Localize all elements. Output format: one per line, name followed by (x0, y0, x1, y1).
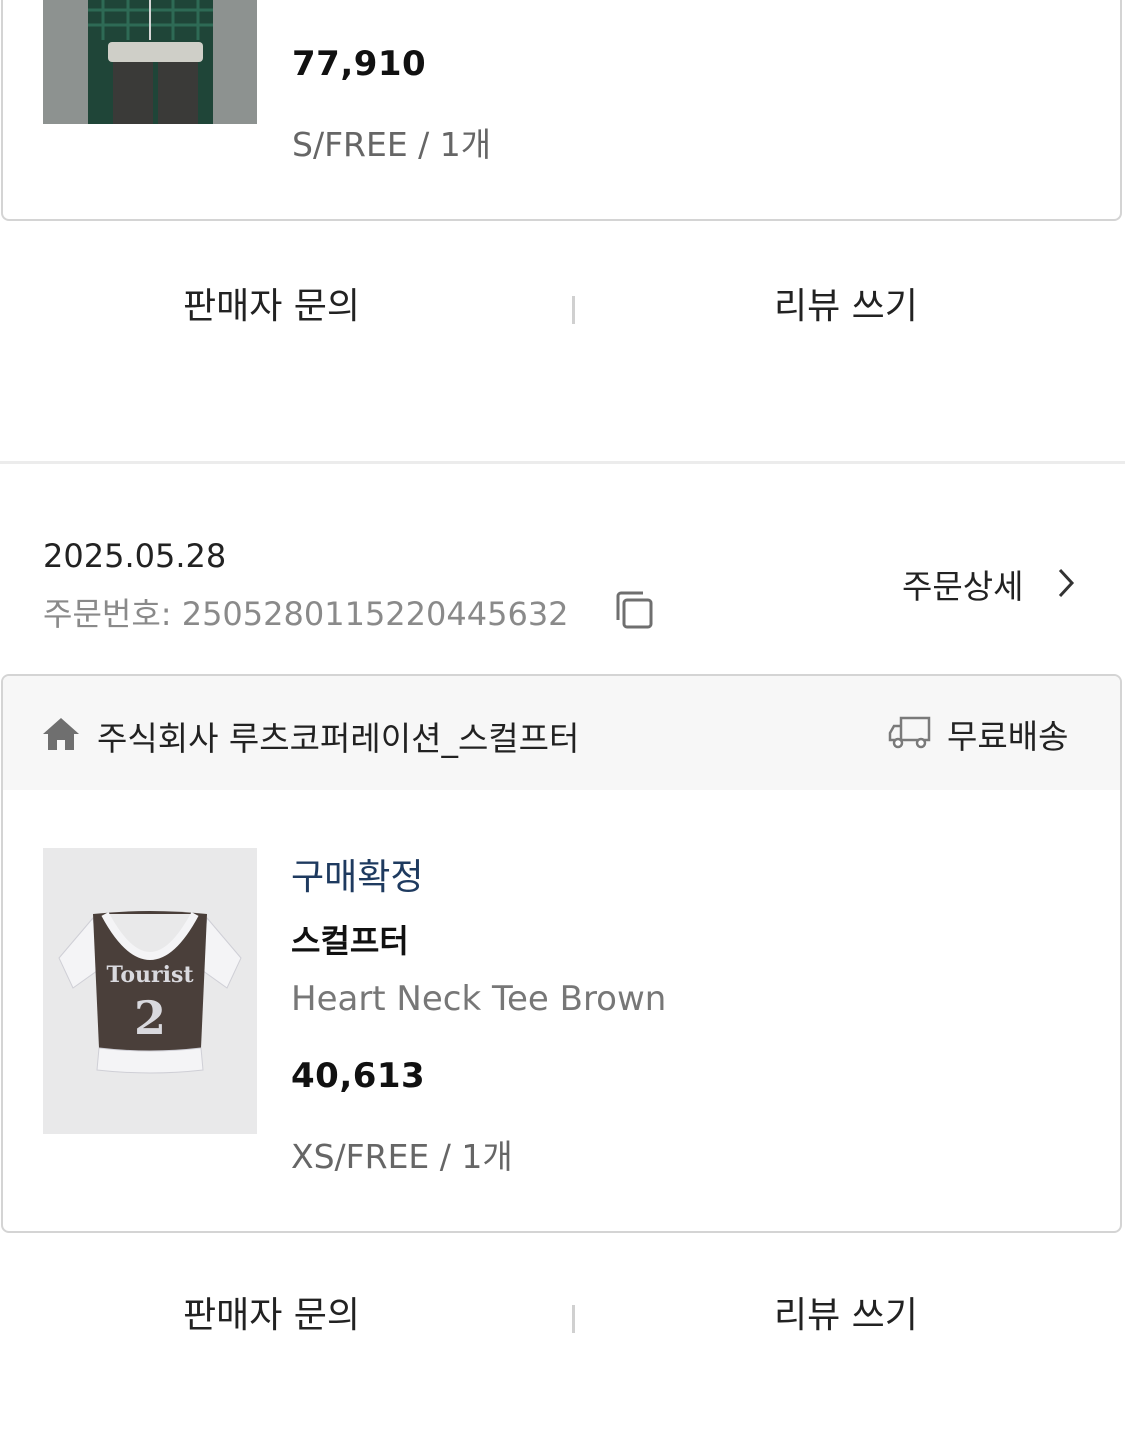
item-price: 40,613 (291, 1056, 426, 1096)
order-top-actions: 판매자 문의 리뷰 쓰기 (0, 262, 1125, 352)
action-divider (572, 1305, 575, 1333)
chevron-right-icon (1058, 568, 1075, 598)
write-review-button[interactable]: 리뷰 쓰기 (774, 1271, 918, 1361)
seller-inquiry-button[interactable]: 판매자 문의 (183, 262, 360, 352)
product-photo: Tourist 2 (43, 848, 257, 1134)
store-icon (43, 718, 79, 750)
order-actions: 판매자 문의 리뷰 쓰기 (0, 1271, 1125, 1361)
item-name[interactable]: Heart Neck Tee Brown (291, 979, 666, 1019)
item-brand[interactable]: 스컬프터 (291, 916, 409, 962)
truck-icon (888, 716, 931, 749)
order-status: 구매확정 (291, 857, 424, 898)
seller-inquiry-button[interactable]: 판매자 문의 (183, 1271, 360, 1361)
order-date: 2025.05.28 (43, 537, 227, 575)
image-text-line2: 2 (134, 991, 166, 1045)
image-text-line1: Tourist (106, 962, 194, 988)
write-review-button[interactable]: 리뷰 쓰기 (774, 262, 918, 352)
action-divider (572, 296, 575, 324)
copy-icon[interactable] (613, 589, 655, 631)
order-detail-link[interactable]: 주문상세 (902, 560, 1075, 606)
product-image[interactable]: Tourist 2 (43, 848, 257, 1134)
item-option: XS/FREE / 1개 (291, 1137, 513, 1176)
product-photo-top (43, 0, 257, 124)
product-image-top[interactable] (43, 0, 257, 124)
order-card-top: 77,910 S/FREE / 1개 (1, 0, 1122, 221)
order-number: 주문번호: 2505280115220445632 (43, 595, 569, 633)
seller-name[interactable]: 주식회사 루츠코퍼레이션_스컬프터 (97, 712, 579, 760)
order-card: 주식회사 루츠코퍼레이션_스컬프터 무료배송 Tourist 2 구매확정 스컬… (1, 674, 1122, 1233)
seller-header: 주식회사 루츠코퍼레이션_스컬프터 무료배송 (3, 676, 1120, 790)
item-option: S/FREE / 1개 (292, 125, 492, 164)
order-detail-label: 주문상세 (902, 567, 1024, 606)
item-price: 77,910 (292, 44, 427, 84)
section-divider (0, 461, 1125, 464)
shipping-label: 무료배송 (947, 717, 1069, 756)
